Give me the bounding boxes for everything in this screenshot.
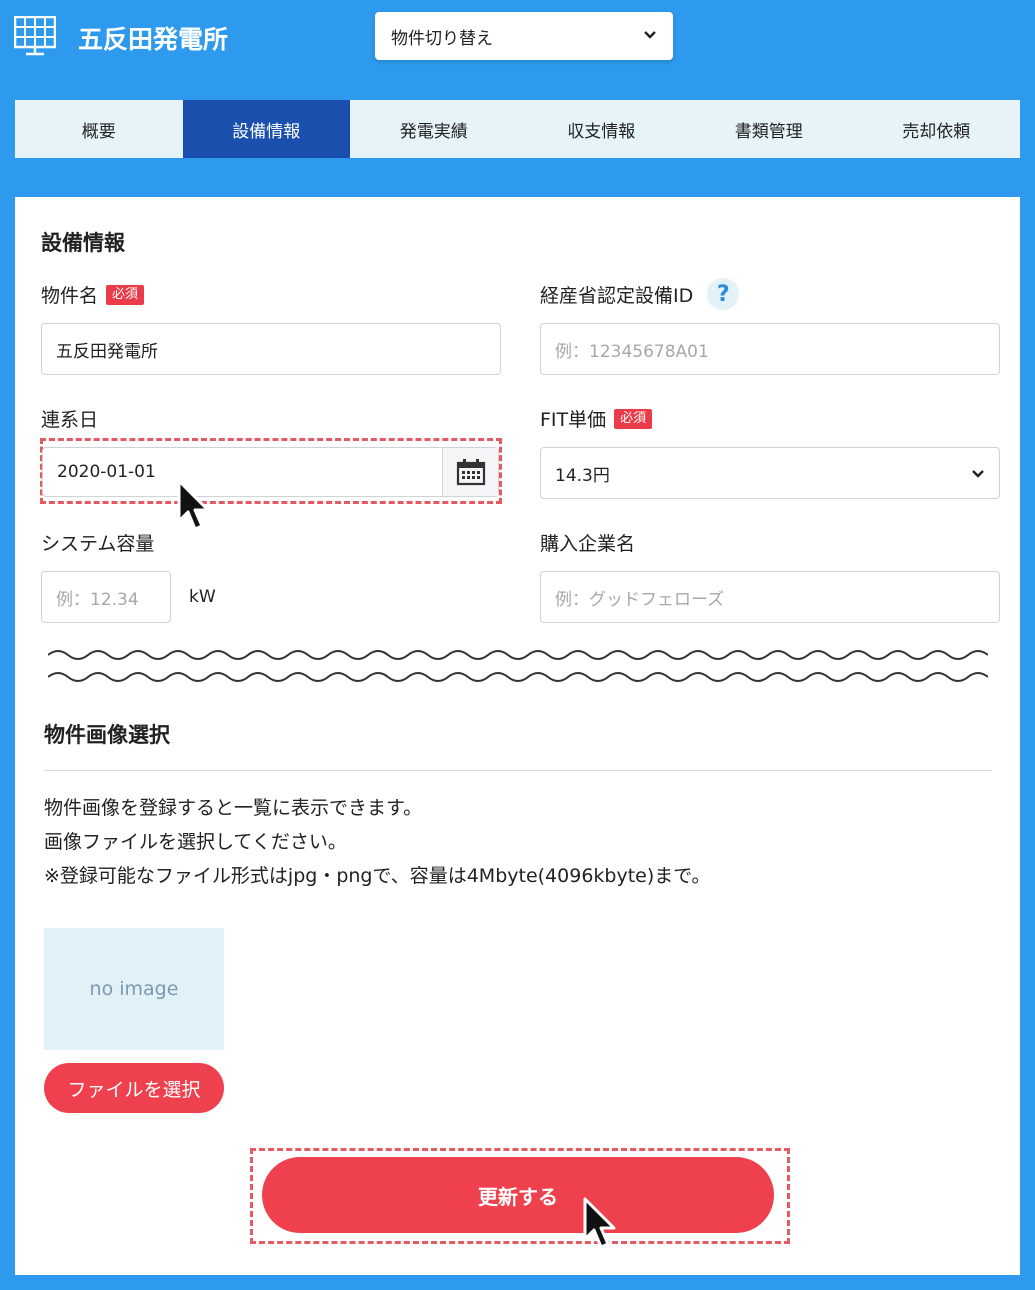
property-switch-select[interactable]: 物件切り替え	[375, 12, 673, 60]
buyer-company-placeholder: 例：グッドフェローズ	[555, 589, 725, 610]
main-panel: 設備情報 物件名 必須 五反田発電所 経産省認定設備ID ? 例：1234567…	[15, 197, 1020, 1275]
tab-sale-request[interactable]: 売却依頼	[853, 100, 1021, 158]
meti-id-placeholder: 例：12345678A01	[555, 341, 709, 362]
tab-overview[interactable]: 概要	[15, 100, 183, 158]
connection-date-label: 連系日	[41, 405, 98, 432]
calendar-icon	[456, 459, 485, 486]
tab-income-expense[interactable]: 収支情報	[518, 100, 686, 158]
capacity-unit: kW	[189, 587, 216, 607]
required-badge: 必須	[106, 284, 145, 305]
property-name-label: 物件名 必須	[41, 281, 145, 308]
help-icon[interactable]: ?	[707, 278, 740, 310]
solar-panel-icon	[14, 16, 56, 56]
description-line: ※登録可能なファイル形式はjpg・pngで、容量は4Mbyte(4096kbyt…	[44, 865, 711, 887]
update-button[interactable]: 更新する	[262, 1157, 774, 1233]
wavy-separator	[48, 650, 988, 682]
mouse-cursor-icon	[177, 479, 210, 531]
system-capacity-label-text: システム容量	[41, 533, 155, 555]
fit-price-value: 14.3円	[555, 465, 610, 486]
tab-bar: 概要 設備情報 発電実績 収支情報 書類管理 売却依頼	[15, 100, 1020, 158]
app-header: 五反田発電所 物件切り替え	[0, 0, 1035, 100]
calendar-button[interactable]	[442, 448, 498, 496]
tab-equipment-info[interactable]: 設備情報	[182, 100, 350, 158]
meti-id-label: 経産省認定設備ID ?	[540, 278, 740, 310]
connection-date-label-text: 連系日	[41, 409, 99, 431]
select-file-button[interactable]: ファイルを選択	[44, 1063, 224, 1113]
site-title: 五反田発電所	[78, 25, 229, 54]
system-capacity-placeholder: 例：12.34	[56, 589, 139, 610]
system-capacity-input[interactable]: 例：12.34	[41, 571, 171, 623]
tab-documents[interactable]: 書類管理	[685, 100, 853, 158]
connection-date-value: 2020-01-01	[57, 462, 156, 482]
meti-id-label-text: 経産省認定設備ID	[540, 284, 694, 307]
mouse-cursor-icon	[583, 1197, 616, 1249]
connection-date-input[interactable]: 2020-01-01	[42, 447, 499, 497]
fit-price-label-text: FIT単価	[540, 409, 607, 431]
property-name-value: 五反田発電所	[56, 341, 158, 362]
description-line: 物件画像を登録すると一覧に表示できます。	[44, 797, 423, 819]
tab-generation-results[interactable]: 発電実績	[350, 100, 518, 158]
fit-price-select[interactable]: 14.3円	[540, 447, 1000, 499]
property-switch-label: 物件切り替え	[391, 28, 493, 49]
image-placeholder: no image	[44, 928, 224, 1050]
system-capacity-label: システム容量	[41, 529, 154, 556]
property-name-input[interactable]: 五反田発電所	[41, 323, 501, 375]
chevron-down-icon	[972, 470, 984, 478]
meti-id-input[interactable]: 例：12345678A01	[540, 323, 1000, 375]
buyer-company-label: 購入企業名	[540, 529, 635, 556]
section-divider	[44, 770, 992, 771]
section-title-equipment: 設備情報	[41, 231, 125, 255]
image-description: 物件画像を登録すると一覧に表示できます。 画像ファイルを選択してください。 ※登…	[44, 791, 711, 893]
buyer-company-label-text: 購入企業名	[540, 533, 636, 555]
description-line: 画像ファイルを選択してください。	[44, 831, 347, 853]
no-image-text: no image	[89, 978, 179, 1000]
required-badge: 必須	[614, 408, 653, 429]
chevron-down-icon	[644, 31, 656, 39]
buyer-company-input[interactable]: 例：グッドフェローズ	[540, 571, 1000, 623]
fit-price-label: FIT単価 必須	[540, 405, 653, 432]
section-title-property-image: 物件画像選択	[44, 723, 170, 747]
property-name-label-text: 物件名	[41, 285, 99, 307]
